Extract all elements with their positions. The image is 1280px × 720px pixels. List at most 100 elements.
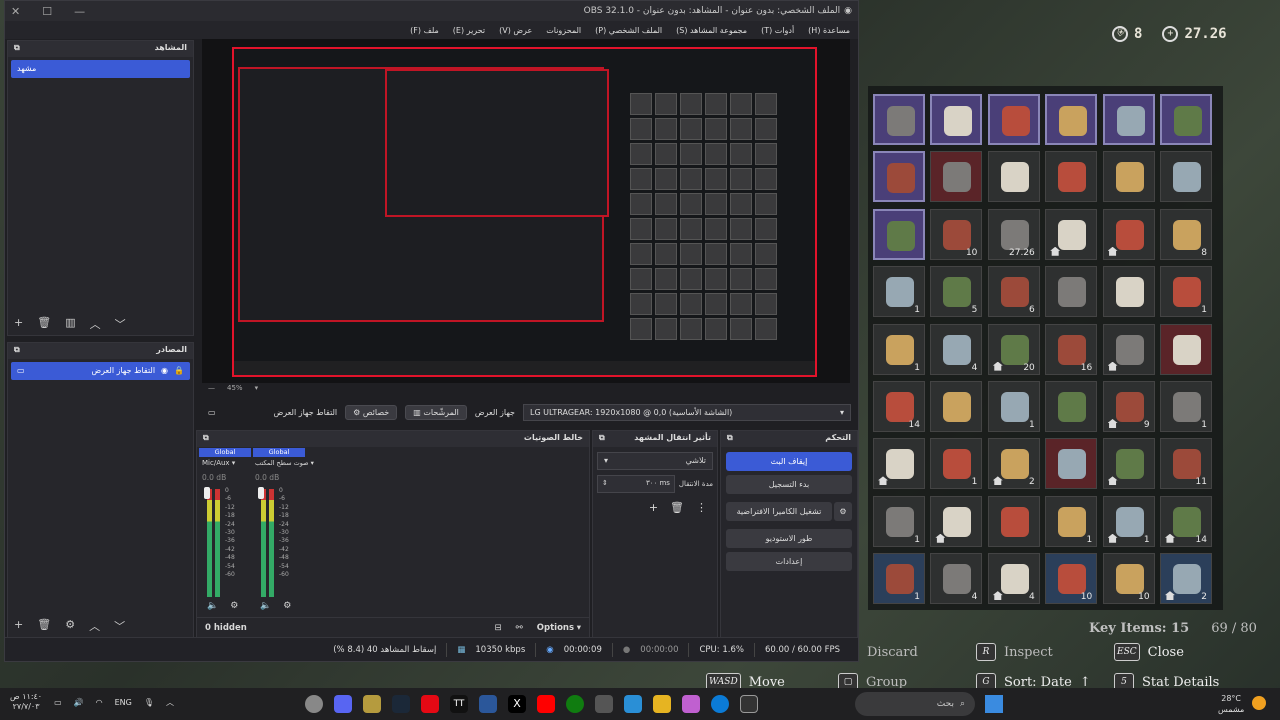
- dock-float-icon[interactable]: ⧉: [203, 433, 209, 445]
- inventory-slot[interactable]: 1: [1159, 380, 1212, 432]
- add-icon[interactable]: +: [14, 618, 23, 634]
- menu-file[interactable]: ملف (F): [410, 26, 439, 35]
- dock-float-icon[interactable]: ⧉: [14, 345, 20, 357]
- dock-float-icon[interactable]: ⧉: [599, 433, 605, 445]
- stepper-icon[interactable]: ⇕: [602, 479, 608, 489]
- inventory-slot[interactable]: 4: [930, 323, 983, 375]
- inventory-slot[interactable]: [1045, 380, 1098, 432]
- chevron-down-icon[interactable]: ﹀: [114, 618, 125, 634]
- netflix-icon[interactable]: [421, 695, 439, 713]
- inventory-slot[interactable]: [1159, 94, 1212, 145]
- filter-icon[interactable]: ▥: [65, 316, 75, 332]
- inventory-slot[interactable]: [987, 94, 1040, 145]
- mail-icon[interactable]: [624, 695, 642, 713]
- inventory-slot[interactable]: 1: [873, 553, 925, 605]
- start-recording-button[interactable]: بدء التسجيل: [726, 475, 852, 494]
- microphone-icon[interactable]: 🎙: [144, 698, 154, 707]
- inventory-slot[interactable]: 2: [987, 438, 1040, 490]
- mixer-options-button[interactable]: Options ▾: [537, 623, 581, 633]
- desktop-volume-slider[interactable]: [258, 487, 264, 499]
- wifi-icon[interactable]: ◠: [96, 698, 103, 707]
- inventory-slot[interactable]: [987, 151, 1040, 203]
- hint-inspect[interactable]: R Inspect: [976, 643, 1053, 661]
- inventory-slot[interactable]: [873, 438, 925, 490]
- inventory-slot[interactable]: [1102, 323, 1155, 375]
- inventory-slot[interactable]: [873, 208, 925, 260]
- chevron-up-icon[interactable]: ︿: [89, 618, 100, 634]
- filters-button[interactable]: ▥ المرشّحات: [405, 404, 467, 420]
- inventory-slot[interactable]: 27.26: [987, 208, 1040, 260]
- menu-edit[interactable]: تحرير (E): [453, 26, 485, 35]
- obs-app-icon[interactable]: [305, 695, 323, 713]
- hint-close[interactable]: ESC Close: [1114, 643, 1184, 661]
- inventory-slot[interactable]: 16: [1045, 323, 1098, 375]
- properties-button[interactable]: ⚙ خصائص: [345, 404, 398, 420]
- inventory-slot[interactable]: 1: [1045, 495, 1098, 547]
- title-bar[interactable]: ✕ ☐ — OBS 32.1.0 - الملف الشخصي: بدون عن…: [5, 1, 858, 21]
- lock-icon[interactable]: 🔒: [174, 362, 184, 380]
- studio-mode-button[interactable]: طور الاستوديو: [726, 529, 852, 548]
- inventory-slot[interactable]: 14: [1159, 495, 1212, 547]
- scene-item[interactable]: مشهد: [11, 60, 190, 78]
- inventory-slot[interactable]: 1: [873, 495, 925, 547]
- inventory-slot[interactable]: [930, 94, 983, 145]
- inventory-slot[interactable]: 1: [873, 266, 925, 318]
- inventory-slot[interactable]: 4: [930, 553, 983, 605]
- chevron-up-icon[interactable]: ︿: [90, 316, 101, 332]
- chevron-down-icon[interactable]: ▾: [255, 384, 259, 392]
- minimize-icon[interactable]: —: [74, 5, 85, 18]
- inventory-slot[interactable]: 11: [1159, 438, 1212, 490]
- layout-icon[interactable]: ⊟: [495, 623, 502, 633]
- settings-button[interactable]: إعدادات: [726, 552, 852, 571]
- inventory-slot[interactable]: 4: [987, 553, 1040, 605]
- maximize-icon[interactable]: ☐: [42, 5, 52, 18]
- youtube-icon[interactable]: [537, 695, 555, 713]
- mic-volume-slider[interactable]: [204, 487, 210, 499]
- inventory-slot[interactable]: [1045, 208, 1098, 260]
- duration-input[interactable]: ⇕ ٣٠٠ ms: [597, 475, 675, 493]
- menu-docks[interactable]: المحزونات: [546, 26, 581, 35]
- inventory-slot[interactable]: 2: [1159, 553, 1212, 605]
- preview-canvas[interactable]: [202, 39, 850, 383]
- inventory-slot[interactable]: [1159, 323, 1212, 375]
- xbox-icon[interactable]: [566, 695, 584, 713]
- menu-scene-collection[interactable]: مجموعة المشاهد (S): [676, 26, 747, 35]
- weather-widget[interactable]: 28°C مشمس: [1218, 693, 1244, 715]
- inventory-slot[interactable]: [1045, 94, 1098, 145]
- dock-float-icon[interactable]: ⧉: [727, 433, 733, 445]
- preview-source-bounds[interactable]: [232, 47, 817, 377]
- inventory-slot[interactable]: 1: [1159, 266, 1212, 318]
- zoom-out-icon[interactable]: —: [208, 384, 215, 392]
- inventory-slot[interactable]: [930, 495, 983, 547]
- speaker-icon[interactable]: 🔈: [207, 601, 218, 611]
- link-icon[interactable]: ⚯: [516, 623, 523, 633]
- task-view-icon[interactable]: [740, 695, 758, 713]
- menu-help[interactable]: مساعدة (H): [808, 26, 850, 35]
- language-indicator[interactable]: ENG: [115, 698, 132, 707]
- inventory-slot[interactable]: [987, 495, 1040, 547]
- inventory-slot[interactable]: 1: [1102, 495, 1155, 547]
- mic-settings-icon[interactable]: ⚙: [230, 601, 238, 611]
- file-explorer-icon[interactable]: [653, 695, 671, 713]
- inventory-slot[interactable]: 6: [987, 266, 1040, 318]
- battery-icon[interactable]: ▭: [54, 698, 62, 707]
- inventory-slot[interactable]: [1102, 266, 1155, 318]
- inventory-slot[interactable]: [930, 380, 983, 432]
- inventory-slot[interactable]: [1102, 94, 1155, 145]
- inventory-slot[interactable]: 5: [930, 266, 983, 318]
- inventory-slot[interactable]: [1045, 151, 1098, 203]
- inventory-slot[interactable]: [1045, 266, 1098, 318]
- close-icon[interactable]: ✕: [11, 5, 20, 18]
- inventory-slot[interactable]: [873, 151, 925, 203]
- ai-app-icon[interactable]: TT: [450, 695, 468, 713]
- windows-start-icon[interactable]: [985, 695, 1003, 713]
- menu-view[interactable]: عرض (V): [499, 26, 532, 35]
- inventory-slot[interactable]: 1: [987, 380, 1040, 432]
- trash-icon[interactable]: 🗑: [37, 618, 51, 634]
- chevron-down-icon[interactable]: ﹀: [115, 316, 126, 332]
- inventory-slot[interactable]: 1: [873, 323, 925, 375]
- steam-icon[interactable]: [392, 695, 410, 713]
- x-app-icon[interactable]: X: [508, 695, 526, 713]
- copilot-icon[interactable]: [682, 695, 700, 713]
- gear-icon[interactable]: ⚙: [65, 618, 75, 634]
